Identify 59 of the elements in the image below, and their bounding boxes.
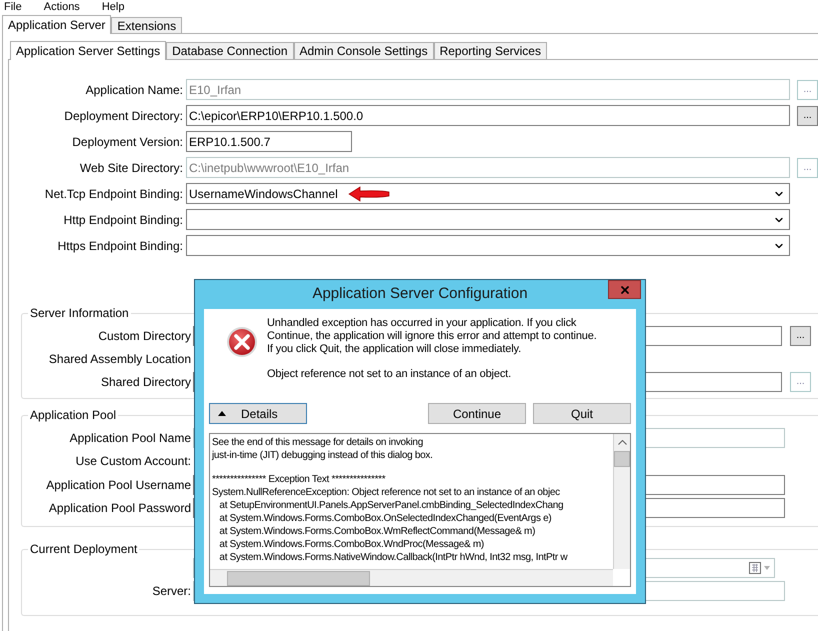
details-text-line: *************** Exception Text *************** [212, 473, 386, 486]
group-title: Server Information [28, 306, 131, 320]
details-text-line: at System.Windows.Forms.ComboBox.WmReflectCommand(Message& m) [218, 525, 536, 538]
group-title: Current Deployment [28, 542, 140, 556]
error-message: If you click Quit, the application will close immediately. [267, 343, 522, 356]
text-field[interactable]: ERP10.1.500.7 [186, 131, 352, 152]
tab[interactable]: Extensions [111, 17, 182, 33]
dropdown-field[interactable] [186, 235, 790, 256]
vertical-scrollbar[interactable] [613, 434, 630, 569]
dialog-title: Application Server Configuration [312, 284, 528, 304]
field-label: Server: [152, 582, 191, 600]
tab[interactable]: Admin Console Settings [294, 42, 434, 59]
details-button[interactable]: Details [209, 403, 307, 424]
details-text-line: See the end of this message for details on invoking [212, 436, 424, 449]
menu-item[interactable]: File [4, 2, 22, 12]
field-label: Custom Directory [98, 328, 191, 345]
field-label: Shared Assembly Location [48, 351, 191, 368]
scrollbar-thumb[interactable] [227, 570, 370, 586]
menu-item[interactable]: Help [102, 2, 124, 12]
dropdown-field[interactable] [186, 209, 790, 230]
dialog-button[interactable]: Quit [533, 403, 631, 424]
menu-item[interactable]: Actions [44, 2, 80, 12]
horizontal-scrollbar[interactable] [210, 569, 613, 586]
field-label: Application Pool Username [46, 476, 191, 494]
tab[interactable]: Application Server [2, 15, 112, 34]
dropdown-field[interactable]: UsernameWindowsChannel [186, 183, 790, 204]
details-text-line: System.NullReferenceException: Object reference not set to an instance of an objec [212, 486, 561, 499]
field-label: Deployment Directory: [63, 108, 184, 124]
details-text-line: at System.Windows.Forms.ComboBox.WndProc(Message& m) [218, 538, 485, 551]
browse-button[interactable]: ... [790, 326, 811, 346]
field-label: Application Pool Name [70, 430, 191, 447]
details-text-line: at System.Windows.Forms.NativeWindow.Callback(IntPtr hWnd, Int32 msg, IntPtr w [218, 551, 568, 564]
details-text-box[interactable] [209, 433, 631, 587]
field-label: Https Endpoint Binding: [56, 238, 184, 254]
error-icon [226, 326, 258, 358]
field-label: Http Endpoint Binding: [62, 212, 184, 228]
field-label: Deployment Version: [71, 134, 184, 150]
field-label: Web Site Directory: [78, 160, 184, 176]
details-text-line: at SetupEnvironmentUI.Panels.AppServerPanel.cmbBinding_SelectedIndexChang [218, 499, 564, 512]
field-label: Use Custom Account: [76, 453, 191, 470]
close-button[interactable] [608, 280, 641, 299]
tab[interactable]: Database Connection [166, 42, 294, 59]
details-text-line: just-in-time (JIT) debugging instead of this dialog box. [212, 449, 434, 462]
tab[interactable]: Reporting Services [434, 42, 547, 59]
field-label: Net.Tcp Endpoint Binding: [44, 186, 184, 202]
error-message: Continue, the application will ignore this error and attempt to continue. [267, 330, 597, 343]
field-label: Application Name: [84, 82, 184, 98]
dialog-button[interactable]: Continue [428, 403, 526, 424]
tab[interactable]: Application Server Settings [10, 41, 166, 60]
scrollbar-thumb[interactable] [614, 451, 630, 467]
error-message: Object reference not set to an instance of an object. [267, 368, 512, 381]
field-label: Shared Directory [100, 374, 191, 391]
details-text-line: at System.Windows.Forms.ComboBox.OnSelectedIndexChanged(EventArgs e) [218, 512, 552, 525]
text-field[interactable]: C:\epicor\ERP10\ERP10.1.500.0 [186, 105, 790, 126]
close-icon [618, 284, 630, 296]
group-title: Application Pool [28, 408, 118, 422]
field-label: Application Pool Password [48, 500, 191, 517]
browse-button[interactable]: ... [797, 106, 818, 126]
error-message: Unhandled exception has occurred in your application. If you click [267, 317, 578, 330]
